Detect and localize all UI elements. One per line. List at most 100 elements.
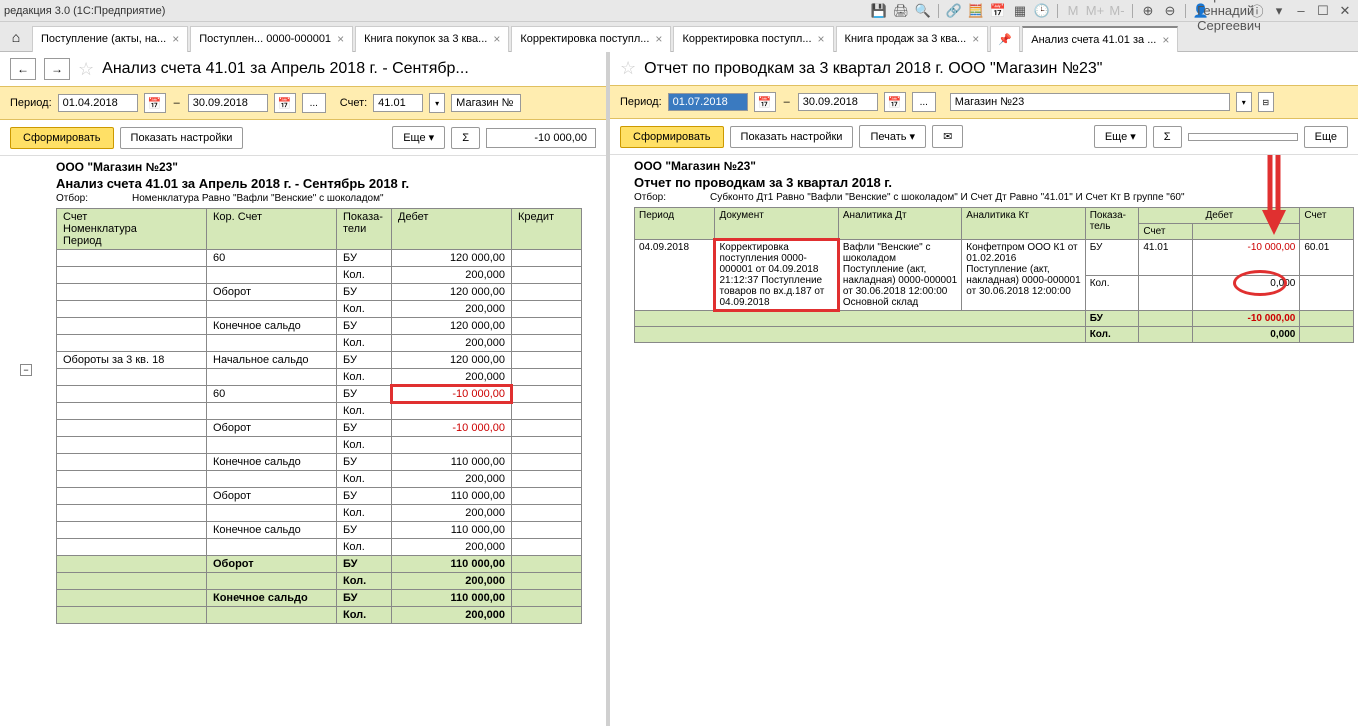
- table-row[interactable]: Обороты за 3 кв. 18Начальное сальдоБУ120…: [57, 352, 582, 369]
- calendar-icon[interactable]: 📅: [884, 92, 906, 112]
- table-row[interactable]: 60БУ-10 000,00: [57, 386, 582, 403]
- period-picker-button[interactable]: ...: [302, 93, 326, 113]
- panel-header: ← → ☆ Анализ счета 41.01 за Апрель 2018 …: [0, 52, 606, 86]
- mail-button[interactable]: ✉: [932, 125, 963, 148]
- print-icon[interactable]: 🖨: [892, 2, 910, 20]
- calendar-icon[interactable]: 📅: [989, 2, 1007, 20]
- table-row[interactable]: 04.09.2018 Корректировка поступления 000…: [635, 240, 1354, 276]
- close-icon[interactable]: ×: [172, 32, 179, 46]
- period-picker-button[interactable]: ...: [912, 92, 936, 112]
- table-row[interactable]: Кол.200,000: [57, 335, 582, 352]
- link-icon[interactable]: 🔗: [945, 2, 963, 20]
- dropdown-icon[interactable]: ▾: [1236, 92, 1252, 112]
- table-row[interactable]: 60БУ120 000,00: [57, 250, 582, 267]
- close-icon[interactable]: ✕: [1336, 2, 1354, 20]
- report-table: Период Документ Аналитика Дт Аналитика К…: [634, 207, 1354, 343]
- grid-icon[interactable]: ▦: [1011, 2, 1029, 20]
- m-plus-icon[interactable]: M+: [1086, 2, 1104, 20]
- close-icon[interactable]: ×: [972, 32, 979, 46]
- table-row[interactable]: Кол.200,000: [57, 505, 582, 522]
- tree-collapse-icon[interactable]: −: [20, 364, 32, 376]
- report-area: ООО "Магазин №23" Отчет по проводкам за …: [610, 155, 1358, 726]
- home-tab[interactable]: ⌂: [4, 25, 28, 49]
- pin-icon: 📌: [998, 33, 1012, 46]
- form-button[interactable]: Сформировать: [620, 126, 724, 148]
- table-row[interactable]: Конечное сальдоБУ120 000,00: [57, 318, 582, 335]
- dropdown-icon[interactable]: ▾: [1270, 2, 1288, 20]
- dropdown-icon[interactable]: ▾: [429, 93, 445, 113]
- calendar-icon[interactable]: 📅: [274, 93, 296, 113]
- save-icon[interactable]: 💾: [870, 2, 888, 20]
- m-minus-icon[interactable]: M-: [1108, 2, 1126, 20]
- table-row[interactable]: Кол.200,000: [57, 267, 582, 284]
- filter-label: Отбор:: [56, 193, 132, 204]
- tab-4[interactable]: Корректировка поступл... ×: [673, 26, 833, 52]
- close-icon[interactable]: ×: [655, 32, 662, 46]
- panel-header: ☆ Отчет по проводкам за 3 квартал 2018 г…: [610, 52, 1358, 85]
- print-button[interactable]: Печать ▾: [859, 125, 926, 148]
- settings-button[interactable]: Показать настройки: [730, 126, 854, 148]
- tab-1[interactable]: Поступлен... 0000-000001×: [190, 26, 353, 52]
- table-row[interactable]: Кол.200,000: [57, 301, 582, 318]
- filter-label: Отбор:: [634, 192, 710, 203]
- print-preview-icon[interactable]: 🔍: [914, 2, 932, 20]
- star-icon[interactable]: ☆: [78, 59, 94, 80]
- org-input[interactable]: [451, 94, 521, 112]
- more-button[interactable]: Еще ▾: [1094, 125, 1147, 148]
- tab-5[interactable]: Книга продаж за 3 ква...×: [836, 26, 989, 52]
- forward-button[interactable]: →: [44, 58, 70, 80]
- col-period: Период: [635, 208, 715, 240]
- close-icon[interactable]: ×: [1162, 33, 1169, 47]
- action-bar: Сформировать Показать настройки Печать ▾…: [610, 119, 1358, 155]
- close-icon[interactable]: ×: [818, 32, 825, 46]
- table-row[interactable]: ОборотБУ120 000,00: [57, 284, 582, 301]
- settings-button[interactable]: Показать настройки: [120, 127, 244, 149]
- table-row[interactable]: ОборотБУ-10 000,00: [57, 420, 582, 437]
- period-to-input[interactable]: [798, 93, 878, 111]
- period-to-input[interactable]: [188, 94, 268, 112]
- table-row[interactable]: Кол.: [57, 437, 582, 454]
- sigma-button[interactable]: Σ: [451, 127, 480, 149]
- table-row[interactable]: Кол.200,000: [57, 369, 582, 386]
- select-icon[interactable]: ⊟: [1258, 92, 1274, 112]
- app-title: редакция 3.0 (1С:Предприятие): [4, 5, 870, 17]
- tab-label: Корректировка поступл...: [682, 33, 811, 45]
- report-org: ООО "Магазин №23": [634, 159, 1354, 173]
- table-row[interactable]: Кол.: [57, 403, 582, 420]
- maximize-icon[interactable]: ☐: [1314, 2, 1332, 20]
- period-from-input[interactable]: [58, 94, 138, 112]
- calendar-icon[interactable]: 📅: [754, 92, 776, 112]
- zoom-in-icon[interactable]: ⊕: [1139, 2, 1157, 20]
- tab-pinned[interactable]: 📌: [990, 26, 1020, 52]
- org-input[interactable]: [950, 93, 1230, 111]
- table-row[interactable]: ОборотБУ110 000,00: [57, 488, 582, 505]
- m-icon[interactable]: M: [1064, 2, 1082, 20]
- minimize-icon[interactable]: –: [1292, 2, 1310, 20]
- report-title: Анализ счета 41.01 за Апрель 2018 г. - С…: [56, 176, 602, 191]
- table-row[interactable]: Кол.200,000: [57, 471, 582, 488]
- zoom-out-icon[interactable]: ⊖: [1161, 2, 1179, 20]
- table-row[interactable]: Кол.200,000: [57, 539, 582, 556]
- tab-0[interactable]: Поступление (акты, на...×: [32, 26, 188, 52]
- close-icon[interactable]: ×: [337, 32, 344, 46]
- tab-2[interactable]: Книга покупок за 3 ква...×: [355, 26, 509, 52]
- sigma-button[interactable]: Σ: [1153, 126, 1182, 148]
- back-button[interactable]: ←: [10, 58, 36, 80]
- calc-icon[interactable]: 🧮: [967, 2, 985, 20]
- table-row[interactable]: Конечное сальдоБУ110 000,00: [57, 454, 582, 471]
- more-button[interactable]: Еще ▾: [392, 126, 445, 149]
- account-input[interactable]: [373, 94, 423, 112]
- tab-3[interactable]: Корректировка поступл...×: [511, 26, 671, 52]
- period-from-input[interactable]: [668, 93, 748, 111]
- titlebar-toolbar: 💾 🖨 🔍 🔗 🧮 📅 ▦ 🕒 M M+ M- ⊕ ⊖ 👤 Абрамов Ге…: [870, 2, 1354, 20]
- more-button-2[interactable]: Еще: [1304, 126, 1348, 148]
- table-row[interactable]: Конечное сальдоБУ110 000,00: [57, 522, 582, 539]
- tab-7[interactable]: Анализ счета 41.01 за ...×: [1022, 26, 1178, 52]
- info-icon[interactable]: ⓘ: [1248, 2, 1266, 20]
- panel-title: Отчет по проводкам за 3 квартал 2018 г. …: [644, 60, 1102, 78]
- close-icon[interactable]: ×: [493, 32, 500, 46]
- clock-icon[interactable]: 🕒: [1033, 2, 1051, 20]
- calendar-icon[interactable]: 📅: [144, 93, 166, 113]
- form-button[interactable]: Сформировать: [10, 127, 114, 149]
- star-icon[interactable]: ☆: [620, 58, 636, 79]
